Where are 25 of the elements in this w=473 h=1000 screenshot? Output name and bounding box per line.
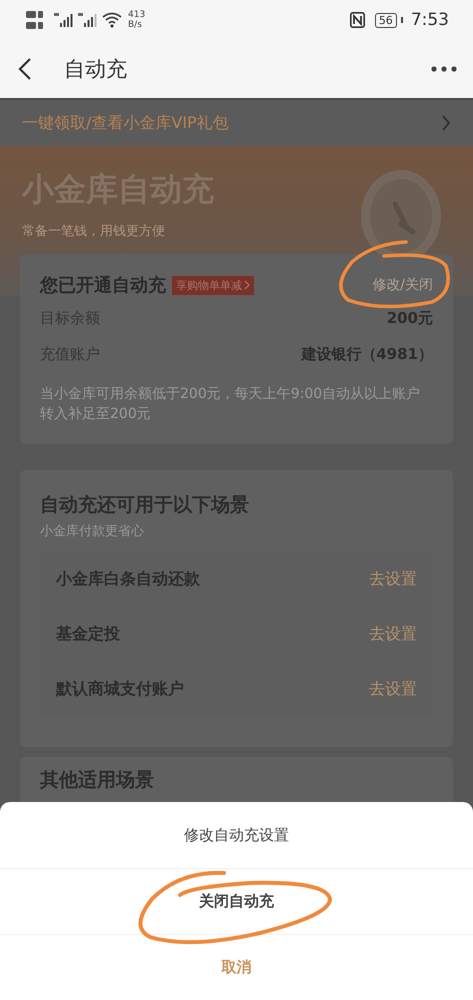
cancel-button[interactable]: 取消 — [0, 935, 473, 1000]
net-speed-value: 413 — [128, 10, 146, 20]
sheet-title: 修改自动充设置 — [0, 802, 473, 869]
setup-link[interactable]: 去设置 — [369, 569, 417, 590]
rule-note: 当小金库可用余额低于200元，每天上午9:00自动从以上账户转入补足至200元 — [40, 385, 422, 424]
promo-tag[interactable]: 享购物单单减 — [172, 276, 254, 294]
hero-subtitle: 常备一笔钱，用钱更方便 — [22, 223, 166, 240]
signal-icon — [78, 12, 98, 28]
more-menu-button[interactable] — [431, 66, 457, 72]
back-button[interactable] — [18, 57, 32, 81]
wifi-icon — [102, 12, 122, 28]
nfc-icon — [350, 12, 365, 28]
chevron-right-icon — [441, 115, 451, 131]
chevron-right-icon — [244, 280, 250, 290]
promo-bar[interactable]: 一键领取/查看小金库VIP礼包 — [0, 100, 473, 146]
section-subtitle: 小金库付款更省心 — [40, 523, 145, 540]
signal-icon — [54, 12, 74, 28]
net-speed-unit: B/s — [128, 20, 143, 30]
page-title: 自动充 — [64, 56, 128, 83]
setup-link[interactable]: 去设置 — [369, 624, 417, 645]
modify-close-link[interactable]: 修改/关闭 — [372, 276, 433, 294]
setup-link[interactable]: 去设置 — [369, 679, 417, 700]
sheet-option[interactable]: 关闭自动充 — [0, 869, 473, 935]
clock-time: 7:53 — [410, 10, 449, 30]
battery-indicator: 56 — [374, 12, 397, 28]
